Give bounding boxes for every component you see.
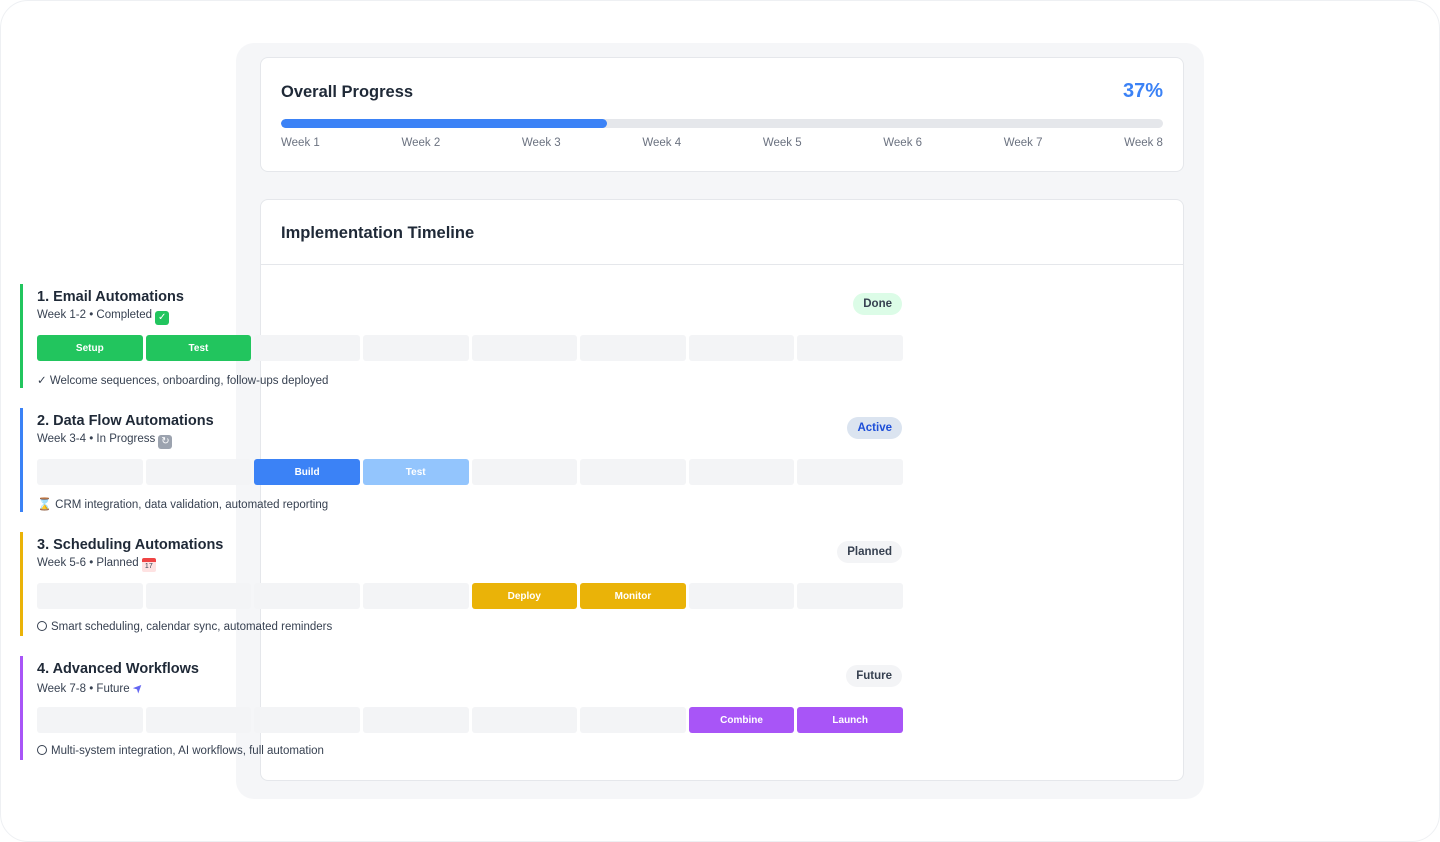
overall-progress-bar — [281, 119, 1163, 128]
status-badge: Active — [847, 417, 902, 439]
phase-subtitle: Week 5-6 • Planned 17 — [37, 557, 156, 572]
week-label: Week 5 — [762, 137, 802, 149]
task-block-launch: Launch — [797, 707, 903, 733]
circle-icon — [37, 745, 47, 755]
overall-progress-card: Overall Progress 37% Week 1 Week 2 Week … — [260, 57, 1184, 172]
phase-week-grid: Setup Test — [37, 335, 903, 361]
overall-progress-percent: 37% — [1122, 80, 1163, 102]
week-scale: Week 1 Week 2 Week 3 Week 4 Week 5 Week … — [281, 137, 1163, 149]
status-badge: Planned — [837, 541, 902, 563]
task-block-deploy: Deploy — [471, 583, 578, 609]
task-block-build: Build — [254, 459, 360, 485]
empty-week-cell — [797, 459, 903, 485]
empty-week-cell — [37, 707, 143, 733]
task-block-setup: Setup — [37, 335, 143, 361]
phase-week-grid: Combine Launch — [37, 707, 903, 733]
phase-week-grid: Deploy Monitor — [37, 583, 903, 609]
phase-email-automations: 1. Email Automations Week 1-2 • Complete… — [20, 284, 903, 388]
empty-week-cell — [145, 583, 252, 609]
phase-note: ⌛ CRM integration, data validation, auto… — [37, 497, 329, 511]
empty-week-cell — [37, 583, 143, 609]
empty-week-cell — [37, 459, 143, 485]
week-label: Week 6 — [883, 137, 923, 149]
phase-subtitle: Week 3-4 • In Progress ↻ — [37, 433, 173, 449]
empty-week-cell — [362, 707, 469, 733]
week-label: Week 3 — [521, 137, 561, 149]
phase-note: ✓ Welcome sequences, onboarding, follow-… — [37, 375, 329, 387]
timeline-title: Implementation Timeline — [281, 224, 475, 242]
empty-week-cell — [580, 707, 686, 733]
phase-data-flow-automations: 2. Data Flow Automations Week 3-4 • In P… — [20, 408, 903, 512]
empty-week-cell — [362, 583, 469, 609]
status-badge: Done — [853, 293, 902, 315]
rocket-icon: ➤ — [129, 679, 147, 697]
checkmark-icon: ✓ — [37, 375, 47, 387]
phase-title: 1. Email Automations — [37, 289, 184, 305]
circle-icon — [37, 621, 47, 631]
status-badge: Future — [846, 665, 902, 687]
hourglass-icon: ⌛ — [37, 497, 52, 511]
overall-progress-title: Overall Progress — [281, 83, 414, 101]
calendar-icon: 17 — [141, 558, 156, 572]
week-label: Week 2 — [401, 137, 441, 149]
empty-week-cell — [580, 335, 686, 361]
phase-advanced-workflows: 4. Advanced Workflows Week 7-8 • Future … — [20, 656, 903, 760]
empty-week-cell — [580, 459, 686, 485]
phase-note: Smart scheduling, calendar sync, automat… — [37, 621, 332, 633]
empty-week-cell — [471, 459, 578, 485]
empty-week-cell — [688, 459, 795, 485]
phase-title: 3. Scheduling Automations — [37, 537, 224, 553]
empty-week-cell — [254, 583, 360, 609]
phase-title: 2. Data Flow Automations — [37, 413, 214, 429]
task-block-test: Test — [145, 335, 252, 361]
empty-week-cell — [471, 335, 578, 361]
week-label: Week 7 — [1003, 137, 1043, 149]
overall-progress-fill — [281, 119, 608, 128]
phase-note: Multi-system integration, AI workflows, … — [37, 745, 324, 757]
phase-scheduling-automations: 3. Scheduling Automations Week 5-6 • Pla… — [20, 532, 903, 636]
cycle-icon: ↻ — [158, 435, 173, 449]
empty-week-cell — [688, 335, 795, 361]
task-block-combine: Combine — [688, 707, 795, 733]
empty-week-cell — [254, 335, 360, 361]
week-label: Week 1 — [281, 137, 320, 149]
phase-title: 4. Advanced Workflows — [37, 661, 199, 677]
empty-week-cell — [362, 335, 469, 361]
timeline-header: Implementation Timeline — [261, 200, 1183, 265]
empty-week-cell — [797, 583, 903, 609]
week-label: Week 4 — [642, 137, 682, 149]
empty-week-cell — [797, 335, 903, 361]
week-label: Week 8 — [1124, 137, 1163, 149]
check-box-icon: ✓ — [155, 311, 170, 325]
empty-week-cell — [145, 459, 252, 485]
empty-week-cell — [688, 583, 795, 609]
empty-week-cell — [254, 707, 360, 733]
empty-week-cell — [471, 707, 578, 733]
task-block-monitor: Monitor — [580, 583, 686, 609]
phase-week-grid: Build Test — [37, 459, 903, 485]
phase-subtitle: Week 7-8 • Future ➤ — [37, 679, 147, 697]
task-block-test: Test — [362, 459, 469, 485]
phase-subtitle: Week 1-2 • Completed ✓ — [37, 309, 170, 325]
empty-week-cell — [145, 707, 252, 733]
